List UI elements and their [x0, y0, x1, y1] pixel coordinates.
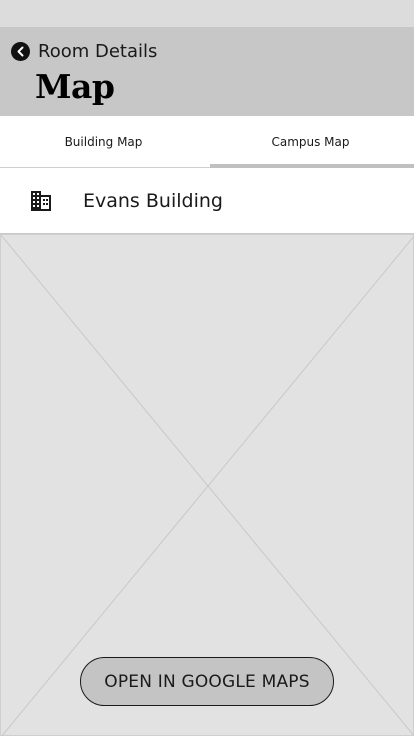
- chevron-left-icon: [11, 41, 30, 61]
- back-button[interactable]: Room Details: [11, 40, 157, 62]
- page-title: Map: [35, 67, 115, 106]
- page-header: Room Details Map: [0, 27, 414, 116]
- tab-bar: Building Map Campus Map: [0, 116, 414, 168]
- status-bar: [0, 0, 414, 27]
- location-row: Evans Building: [0, 169, 414, 234]
- building-name: Evans Building: [83, 190, 223, 212]
- building-icon: [30, 191, 52, 211]
- open-google-maps-button[interactable]: OPEN IN GOOGLE MAPS: [80, 657, 334, 706]
- back-label: Room Details: [38, 40, 158, 62]
- active-tab-indicator: [210, 164, 414, 168]
- tab-building-map[interactable]: Building Map: [0, 116, 207, 168]
- tab-campus-map[interactable]: Campus Map: [207, 116, 414, 168]
